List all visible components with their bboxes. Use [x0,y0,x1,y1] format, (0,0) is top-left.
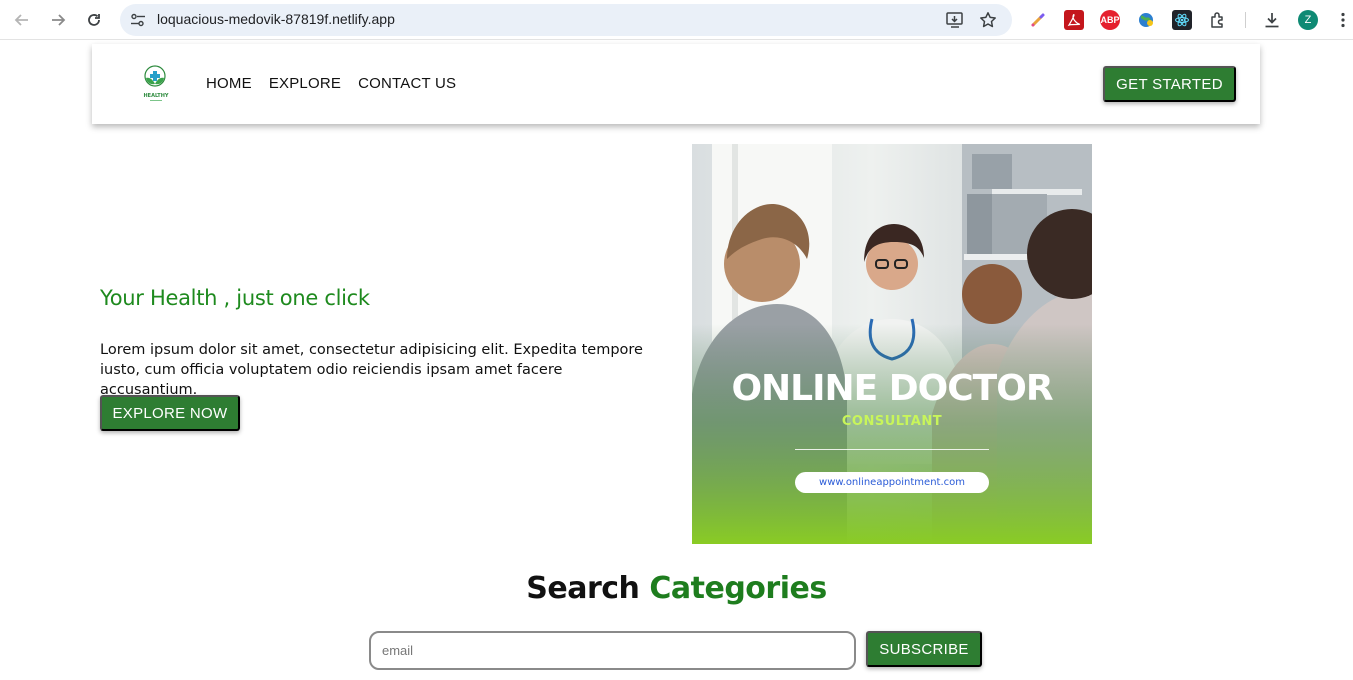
pdf-extension-icon[interactable] [1064,10,1084,30]
url-text[interactable]: loquacious-medovik-87819f.netlify.app [157,11,395,27]
poster-divider [795,449,989,450]
hero-poster-image: ONLINE DOCTOR CONSULTANT www.onlineappoi… [692,144,1092,544]
poster-subheadline: CONSULTANT [841,414,943,429]
nav-explore[interactable]: EXPLORE [269,75,341,92]
heading-word-search: Search [526,571,640,606]
nav-contact-us[interactable]: CONTACT US [358,75,456,92]
forward-icon[interactable] [46,8,70,32]
hero-title: Your Health , just one click [100,286,370,310]
get-started-button[interactable]: GET STARTED [1103,66,1236,102]
extensions-puzzle-icon[interactable] [1208,10,1228,30]
reload-icon[interactable] [82,8,106,32]
heading-word-categories: Categories [649,571,827,606]
site-header: HEALTHY HOME EXPLORE CONTACT US GET STAR… [92,44,1260,124]
poster-headline: ONLINE DOCTOR [731,368,1053,409]
download-icon[interactable] [1262,10,1282,30]
main-nav: HOME EXPLORE CONTACT US [206,75,473,92]
color-picker-extension-icon[interactable] [1028,10,1048,30]
email-input[interactable] [369,631,856,670]
poster-url-pill: www.onlineappointment.com [795,472,989,493]
logo-text: HEALTHY [143,93,168,99]
back-icon[interactable] [10,8,34,32]
search-categories-heading: Search Categories [0,571,1353,606]
profile-avatar[interactable]: Z [1298,10,1318,30]
adblock-extension-icon[interactable]: ABP [1100,10,1120,30]
menu-dots-icon[interactable] [1333,10,1353,30]
react-devtools-icon[interactable] [1172,10,1192,30]
browser-toolbar: loquacious-medovik-87819f.netlify.app AB… [0,0,1353,40]
healthy-logo[interactable]: HEALTHY [138,64,174,104]
toolbar-divider [1245,12,1246,28]
address-bar[interactable]: loquacious-medovik-87819f.netlify.app [120,4,1012,36]
site-settings-icon[interactable] [129,11,147,29]
subscribe-button[interactable]: SUBSCRIBE [866,631,982,667]
nav-home[interactable]: HOME [206,75,252,92]
globe-extension-icon[interactable] [1136,10,1156,30]
install-app-icon[interactable] [945,10,965,30]
bookmark-star-icon[interactable] [978,10,998,30]
hero-description: Lorem ipsum dolor sit amet, consectetur … [100,342,643,398]
explore-now-button[interactable]: EXPLORE NOW [100,395,240,431]
